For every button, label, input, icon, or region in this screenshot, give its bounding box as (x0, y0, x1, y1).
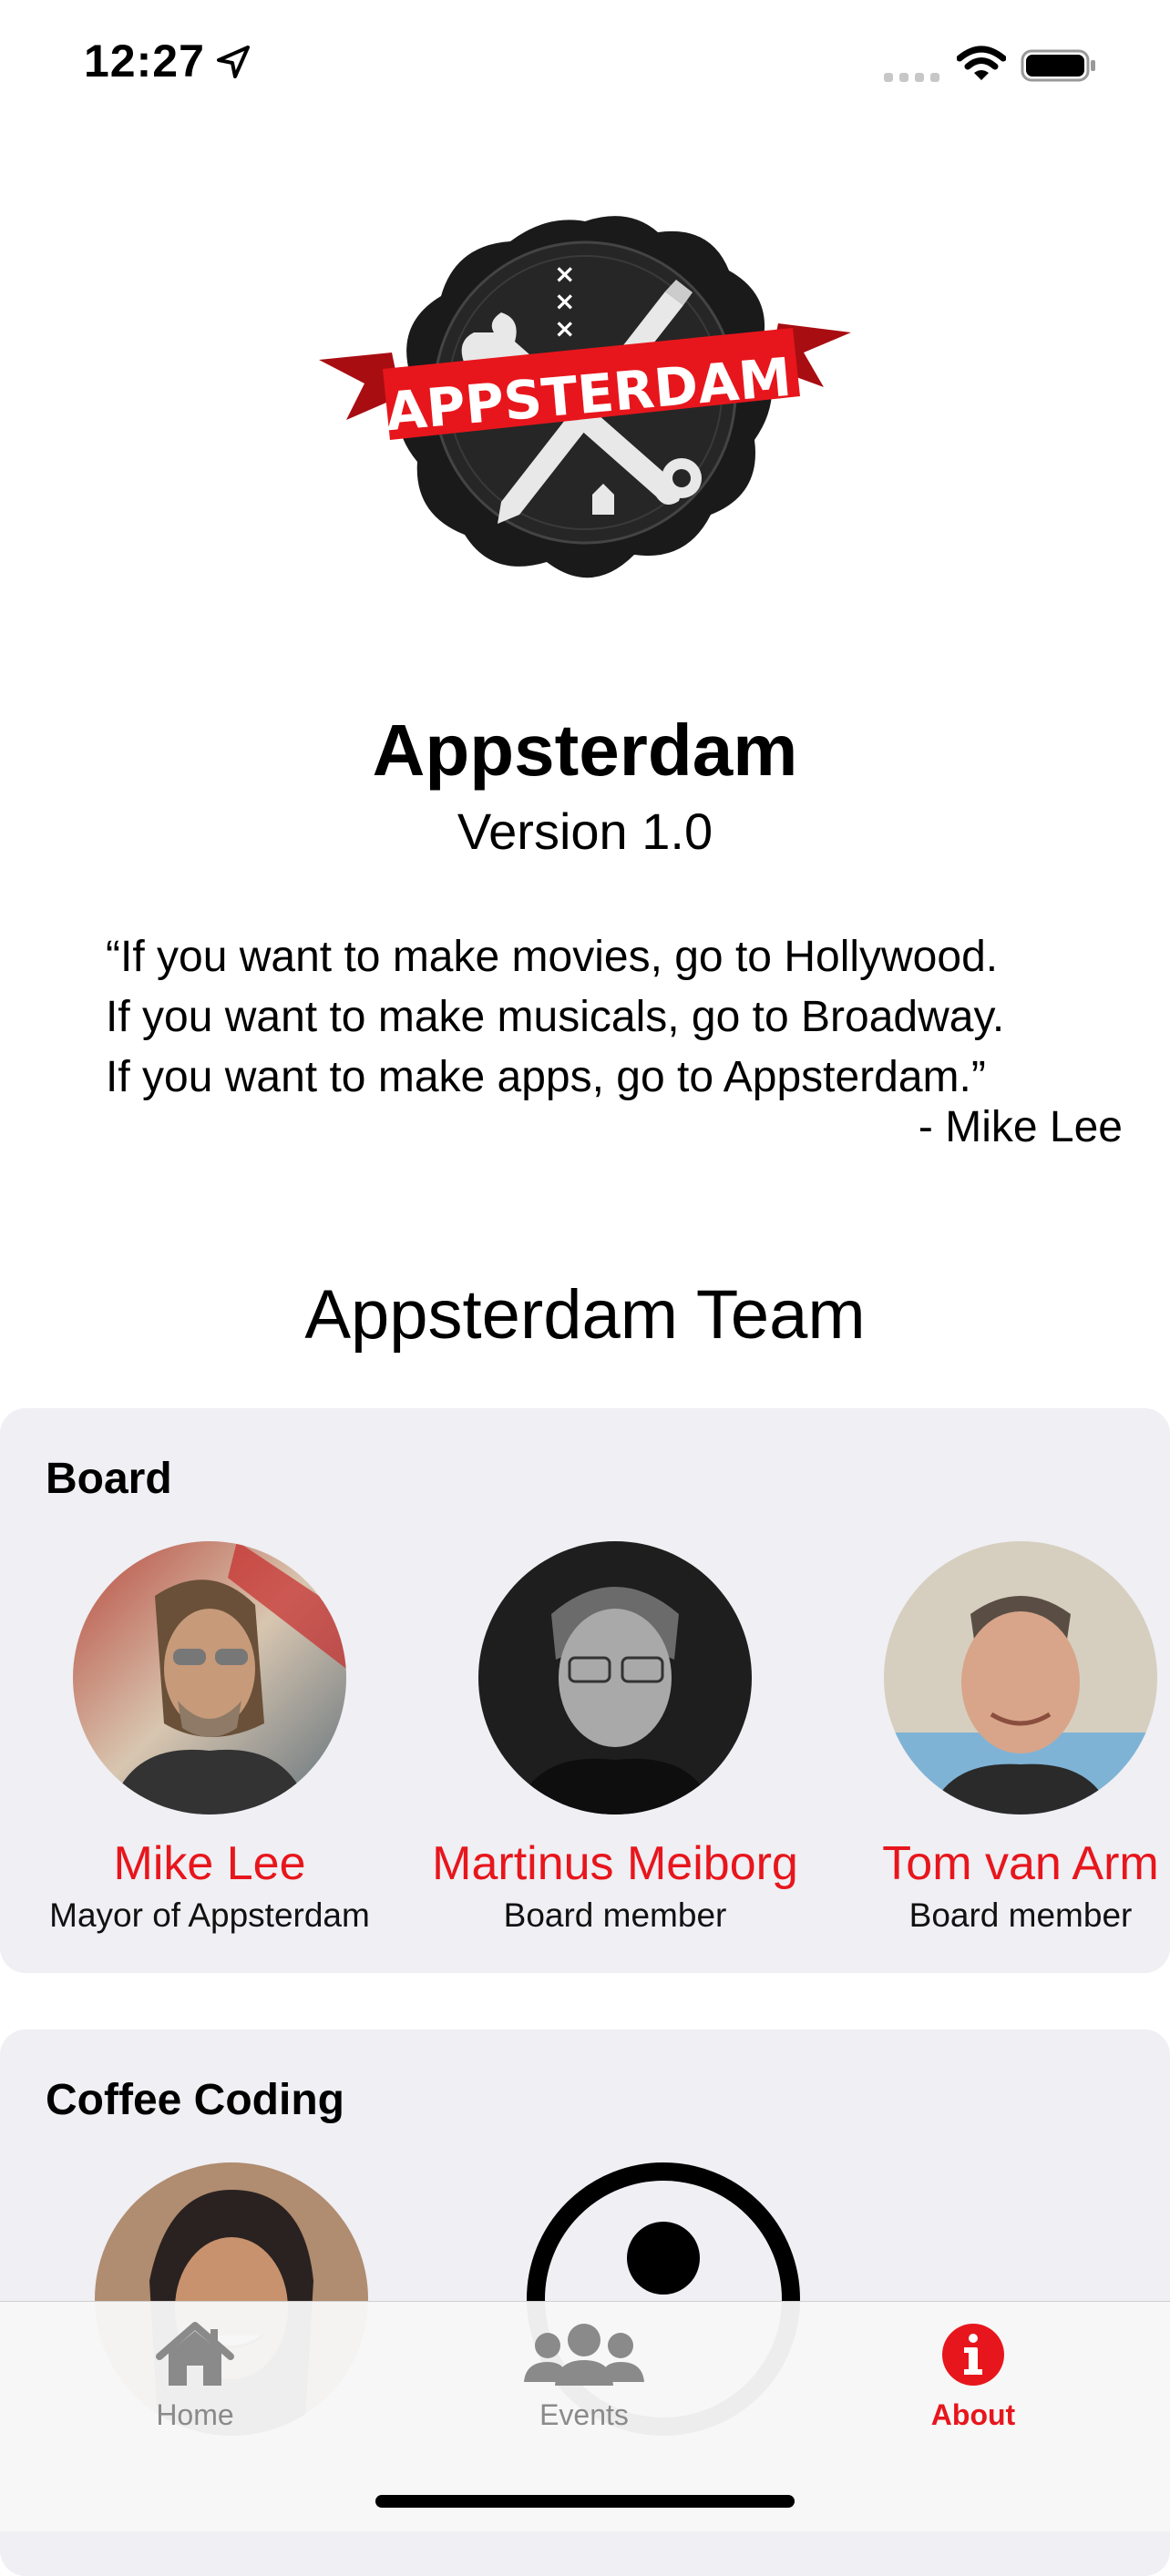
member-card[interactable]: Martinus Meiborg Board member (415, 1541, 816, 1935)
quote: “If you want to make movies, go to Holly… (106, 927, 1108, 1108)
tab-label: Home (156, 2398, 234, 2431)
cellular-signal-icon (884, 73, 939, 82)
member-card[interactable]: Mike Lee Mayor of Appsterdam (9, 1541, 410, 1935)
tab-events[interactable]: Events (447, 2320, 721, 2432)
svg-text:×: × (554, 313, 575, 343)
member-card[interactable]: Tom van Arm Board member (820, 1541, 1170, 1935)
app-version: Version 1.0 (457, 802, 713, 860)
app-title: Appsterdam (372, 710, 798, 791)
svg-text:×: × (554, 259, 575, 289)
member-role: Mayor of Appsterdam (49, 1896, 370, 1934)
status-bar: 12:27 (0, 0, 1170, 128)
tab-label: About (930, 2398, 1016, 2431)
status-time: 12:27 (84, 36, 205, 87)
home-indicator[interactable] (375, 2495, 795, 2508)
tab-about[interactable]: About (836, 2320, 1110, 2432)
avatar[interactable] (478, 1541, 752, 1814)
quote-line: If you want to make musicals, go to Broa… (106, 993, 1005, 1041)
appsterdam-logo: × × × APPSTERDAM (319, 216, 851, 578)
tab-home[interactable]: Home (58, 2320, 332, 2432)
avatar[interactable] (884, 1541, 1157, 1814)
member-name[interactable]: Tom van Arm (820, 1836, 1170, 1891)
team-heading: Appsterdam Team (304, 1276, 866, 1354)
member-name[interactable]: Martinus Meiborg (415, 1836, 816, 1891)
member-name[interactable]: Mike Lee (9, 1836, 410, 1891)
section-title: Coffee Coding (46, 2076, 344, 2124)
member-role: Board member (908, 1896, 1133, 1934)
info-circle-icon (942, 2324, 1004, 2386)
battery-icon (1021, 49, 1095, 82)
wifi-icon (957, 46, 1006, 80)
avatar[interactable] (73, 1541, 346, 1814)
tab-label: Events (539, 2398, 629, 2431)
quote-author: - Mike Lee (918, 1103, 1123, 1151)
board-section: Board Mike Lee Mayor of Appsterdam Marti… (0, 1408, 1170, 1973)
house-icon (156, 2322, 234, 2386)
quote-line: If you want to make apps, go to Appsterd… (106, 1053, 986, 1101)
people-group-icon (524, 2324, 644, 2386)
quote-line: “If you want to make movies, go to Holly… (106, 933, 999, 981)
member-role: Board member (503, 1896, 727, 1934)
svg-text:×: × (554, 286, 575, 316)
location-arrow-icon (217, 46, 250, 78)
section-title: Board (46, 1455, 172, 1503)
